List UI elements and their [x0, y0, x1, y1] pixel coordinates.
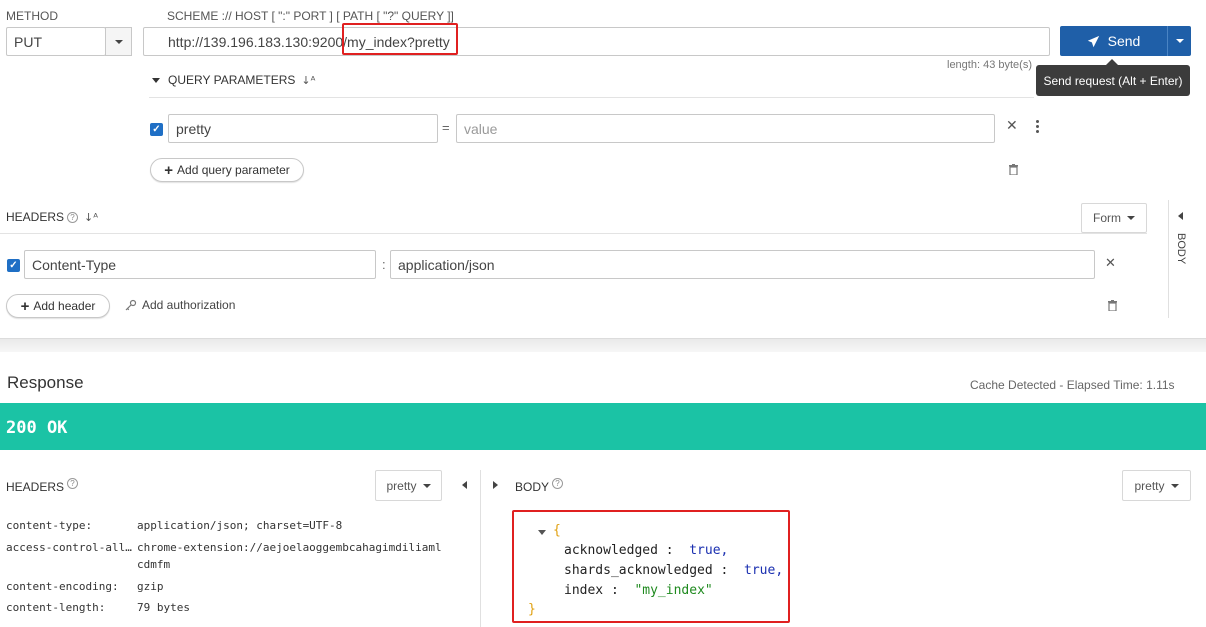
tooltip-arrow: [1106, 59, 1118, 65]
sort-az-icon[interactable]: ↓ᴬ: [84, 211, 98, 224]
key-icon: [125, 299, 137, 311]
header-colon: :: [382, 257, 386, 272]
response-headers-format-dropdown[interactable]: pretty: [375, 470, 442, 501]
cache-status: Cache Detected - Elapsed Time: 1.11s: [970, 378, 1175, 392]
method-label: METHOD: [6, 9, 58, 23]
body-side-tab[interactable]: BODY: [1168, 229, 1194, 269]
chevron-down-icon: [114, 39, 123, 44]
header-value-value: application/json: [398, 256, 495, 273]
send-options-button[interactable]: [1167, 26, 1191, 56]
close-icon[interactable]: ✕: [1105, 256, 1116, 271]
chevron-left-icon[interactable]: [1178, 212, 1183, 220]
header-value: gzip: [137, 580, 164, 593]
header-value: 79 bytes: [137, 601, 190, 614]
status-bar: 200 OK: [0, 403, 1206, 450]
chevron-down-icon: [1175, 39, 1184, 43]
status-text: 200 OK: [6, 418, 68, 438]
add-query-parameter-button[interactable]: + Add query parameter: [150, 158, 304, 182]
divider: [149, 97, 1034, 98]
add-authorization-button[interactable]: Add authorization: [125, 298, 235, 312]
response-body-label: BODY: [515, 480, 550, 494]
chevron-down-icon: [422, 483, 431, 488]
url-input[interactable]: http://139.196.183.130:9200/my_index?pre…: [143, 27, 1050, 56]
chevron-down-icon: [152, 77, 160, 83]
body-side-tab-label: BODY: [1175, 233, 1187, 265]
header-value-input[interactable]: application/json: [390, 250, 1095, 279]
query-parameters-header[interactable]: QUERY PARAMETERS ↓ᴬ: [152, 73, 315, 87]
divider: [0, 233, 1147, 234]
section-separator: [0, 338, 1206, 352]
method-select[interactable]: PUT: [6, 27, 106, 56]
param-name-value: pretty: [176, 120, 212, 137]
param-equals: =: [442, 120, 450, 135]
response-body-format-label: pretty: [1134, 478, 1165, 493]
response-headers-format-label: pretty: [386, 478, 417, 493]
close-icon[interactable]: ✕: [1006, 118, 1018, 134]
param-checkbox[interactable]: ✓: [150, 123, 163, 136]
header-name-value: Content-Type: [32, 256, 117, 273]
query-parameters-label: QUERY PARAMETERS: [168, 73, 296, 87]
response-headers-label: HEADERS: [6, 480, 65, 494]
plus-icon: +: [20, 297, 30, 315]
header-key: content-length:: [6, 601, 106, 614]
chevron-down-icon: [1170, 483, 1179, 488]
pane-divider[interactable]: [480, 470, 481, 627]
header-name-input[interactable]: Content-Type: [24, 250, 376, 279]
param-name-input[interactable]: pretty: [168, 114, 438, 143]
add-query-parameter-label: Add query parameter: [177, 163, 290, 177]
form-dropdown[interactable]: Form: [1081, 203, 1147, 233]
question-circle-icon[interactable]: ?: [67, 478, 79, 489]
response-body-format-dropdown[interactable]: pretty: [1122, 470, 1191, 501]
url-label: SCHEME :// HOST [ ":" PORT ] [ PATH [ "?…: [167, 9, 454, 23]
url-base: http://139.196.183.130:9200/: [168, 33, 348, 50]
send-tooltip: Send request (Alt + Enter): [1036, 65, 1190, 96]
chevron-right-icon[interactable]: [493, 481, 498, 489]
trash-icon[interactable]: [1108, 300, 1117, 311]
header-checkbox[interactable]: ✓: [7, 259, 20, 272]
header-value: chrome-extension://aejoelaoggembcahagimd…: [137, 541, 442, 554]
header-key: content-encoding:: [6, 580, 119, 593]
header-value: cdmfm: [137, 558, 171, 571]
send-button[interactable]: Send: [1060, 26, 1167, 56]
param-value-placeholder: value: [464, 120, 498, 137]
sort-az-icon[interactable]: ↓ᴬ: [301, 74, 315, 87]
send-label: Send: [1107, 33, 1141, 49]
param-value-input[interactable]: value: [456, 114, 995, 143]
plus-icon: +: [164, 161, 174, 179]
form-dropdown-label: Form: [1093, 211, 1121, 225]
method-dropdown-button[interactable]: [105, 27, 132, 56]
chevron-left-icon[interactable]: [462, 481, 467, 489]
url-length: length: 43 byte(s): [947, 59, 1032, 71]
question-circle-icon[interactable]: ?: [67, 211, 79, 223]
chevron-down-icon: [1127, 216, 1135, 220]
response-body-header: BODY?: [515, 478, 564, 494]
header-key: content-type:: [6, 519, 93, 532]
request-headers-label: HEADERS: [6, 210, 65, 224]
response-title: Response: [7, 373, 84, 392]
send-tooltip-text: Send request (Alt + Enter): [1043, 73, 1183, 88]
response-headers-header: HEADERS?: [6, 478, 79, 494]
highlight-response-body: [512, 510, 790, 623]
paper-plane-icon: [1087, 35, 1099, 47]
method-value: PUT: [14, 33, 42, 50]
add-authorization-label: Add authorization: [142, 298, 236, 312]
trash-icon[interactable]: [1009, 164, 1018, 175]
add-header-label: Add header: [33, 299, 96, 313]
header-key: access-control-all…: [6, 541, 132, 554]
header-value: application/json; charset=UTF-8: [137, 519, 343, 532]
question-circle-icon[interactable]: ?: [552, 478, 564, 489]
request-headers-header: HEADERS ? ↓ᴬ: [6, 210, 98, 224]
highlight-url-path: [342, 23, 458, 55]
add-header-button[interactable]: + Add header: [6, 294, 110, 318]
more-vertical-icon[interactable]: [1036, 120, 1039, 133]
